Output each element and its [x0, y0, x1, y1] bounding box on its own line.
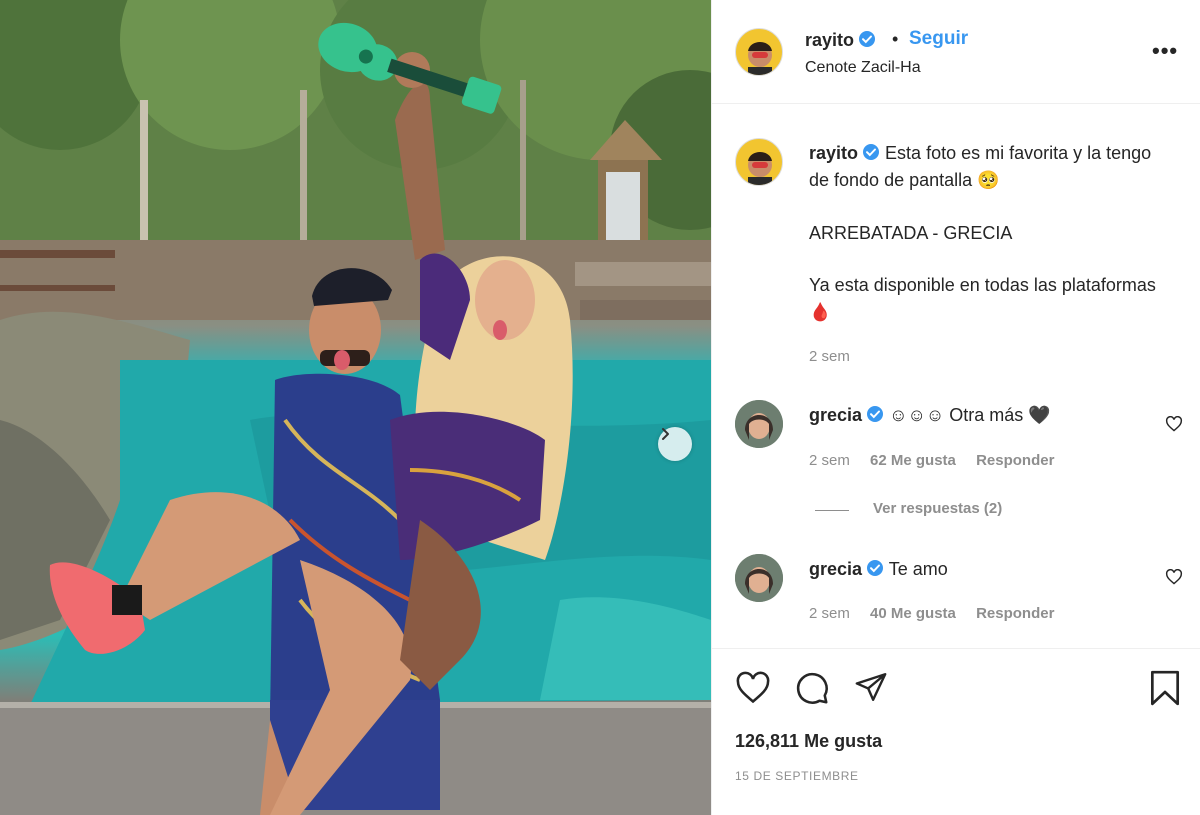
comment-bubble-icon[interactable] — [794, 670, 830, 706]
caption-avatar[interactable] — [735, 138, 783, 186]
like-comment-heart-icon[interactable] — [1165, 569, 1183, 585]
comment-likes[interactable]: 62 Me gusta — [870, 452, 956, 469]
comment-meta: 2 sem 62 Me gusta Responder — [809, 452, 1070, 469]
verified-badge-icon — [863, 144, 880, 160]
comment-username[interactable]: grecia — [809, 405, 862, 425]
instagram-post: rayito • Seguir Cenote Zacil-Ha ••• rayi… — [0, 0, 1200, 815]
verified-badge-icon — [859, 31, 876, 47]
like-comment-heart-icon[interactable] — [1165, 416, 1183, 432]
post-location[interactable]: Cenote Zacil-Ha — [805, 59, 921, 77]
comment-avatar[interactable] — [735, 400, 783, 448]
post-like-count[interactable]: 126,811 Me gusta — [735, 731, 882, 752]
verified-badge-icon — [867, 560, 884, 576]
caption-text-1: Esta foto es mi favorita y la tengo de f… — [809, 143, 1152, 190]
post-date[interactable]: 15 DE SEPTIEMBRE — [735, 769, 859, 783]
caption-line-1: rayito Esta foto es mi favorita y la ten… — [809, 140, 1169, 194]
comment-username[interactable]: grecia — [809, 559, 862, 579]
like-heart-icon[interactable] — [735, 671, 771, 705]
avatar-image — [735, 400, 783, 448]
post-sidebar: rayito • Seguir Cenote Zacil-Ha ••• rayi… — [712, 0, 1200, 815]
comment-time[interactable]: 2 sem — [809, 605, 850, 622]
post-header: rayito • Seguir Cenote Zacil-Ha ••• — [712, 0, 1200, 104]
comment-likes[interactable]: 40 Me gusta — [870, 605, 956, 622]
save-bookmark-icon[interactable] — [1148, 669, 1182, 707]
photo-illustration — [0, 0, 711, 815]
post-photo[interactable] — [0, 0, 711, 815]
more-options-button[interactable]: ••• — [1152, 38, 1178, 64]
avatar-image — [748, 42, 772, 75]
reply-button[interactable]: Responder — [976, 605, 1054, 622]
comment-text: Te amo — [888, 559, 948, 579]
post-actions: 126,811 Me gusta 15 DE SEPTIEMBRE — [712, 648, 1200, 815]
author-username[interactable]: rayito — [805, 30, 854, 50]
author-username-row: rayito — [805, 30, 876, 51]
comment-1: grecia ☺☺☺ Otra más 🖤 — [809, 402, 1169, 429]
replies-divider — [815, 510, 849, 511]
avatar-image — [735, 554, 783, 602]
comment-text: ☺☺☺ Otra más 🖤 — [889, 405, 1051, 425]
caption-username[interactable]: rayito — [809, 143, 858, 163]
avatar-image — [748, 152, 772, 185]
next-photo-button[interactable] — [658, 427, 692, 461]
share-send-icon[interactable] — [853, 670, 889, 704]
view-replies-button[interactable]: Ver respuestas (2) — [873, 500, 1002, 517]
comment-2: grecia Te amo — [809, 556, 1169, 583]
comment-meta: 2 sem 40 Me gusta Responder — [809, 605, 1070, 622]
header-separator: • — [892, 29, 899, 49]
follow-button[interactable]: Seguir — [909, 28, 968, 50]
reply-button[interactable]: Responder — [976, 452, 1054, 469]
comment-avatar[interactable] — [735, 554, 783, 602]
caption-time[interactable]: 2 sem — [809, 348, 850, 365]
comment-time[interactable]: 2 sem — [809, 452, 850, 469]
author-avatar[interactable] — [735, 28, 783, 76]
caption-text-3: Ya esta disponible en todas las platafor… — [809, 275, 1156, 322]
caption-text-2: ARREBATADA - GRECIA — [809, 223, 1013, 243]
chevron-right-icon — [662, 428, 669, 440]
verified-badge-icon — [867, 406, 884, 422]
